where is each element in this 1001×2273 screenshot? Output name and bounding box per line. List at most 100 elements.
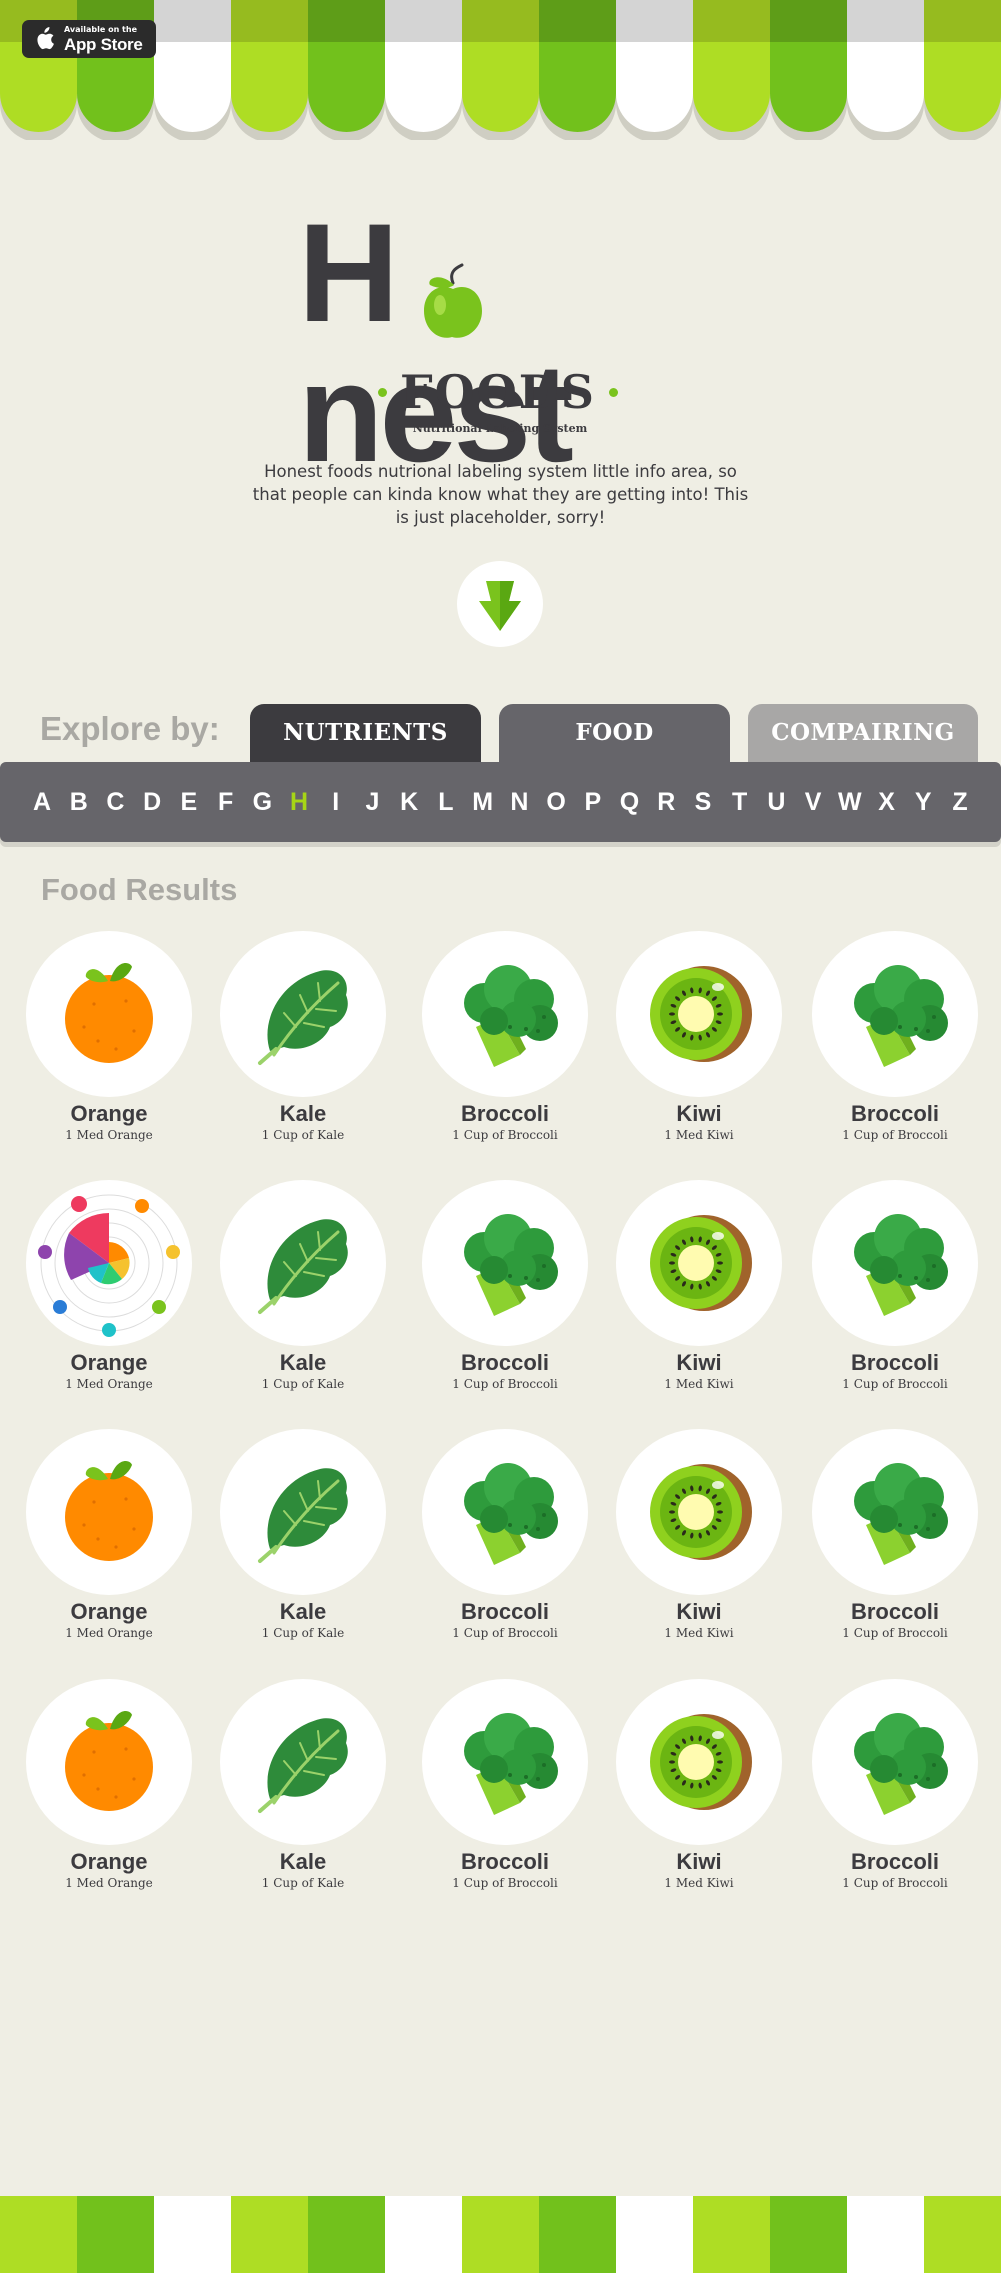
food-name: Broccoli [460,1599,550,1624]
food-card-broccoli[interactable]: Broccoli 1 Cup of Broccoli [810,931,980,1161]
food-serving: 1 Med Kiwi [664,1128,734,1142]
food-row: Orange 1 Med Orange Kale 1 Cup of Kale B… [24,1180,980,1410]
food-card-kiwi[interactable]: Kiwi 1 Med Kiwi [614,1429,784,1659]
app-store-badge[interactable]: Available on the App Store [22,20,156,58]
letter-i[interactable]: I [320,788,352,817]
food-card-kale[interactable]: Kale 1 Cup of Kale [218,1429,388,1659]
awning-scallop [462,42,539,132]
bottom-stripe [385,2196,462,2273]
broccoli-icon [854,1463,948,1565]
apple-icon [37,27,54,50]
awning-stripe [308,0,385,42]
food-card-broccoli[interactable]: Broccoli 1 Cup of Broccoli [420,1429,590,1659]
tab-compairing[interactable]: COMPAIRING [748,704,978,766]
food-card-broccoli[interactable]: Broccoli 1 Cup of Broccoli [420,1180,590,1410]
food-card-kiwi[interactable]: Kiwi 1 Med Kiwi [614,931,784,1161]
food-card-orange[interactable]: Orange 1 Med Orange [24,1429,194,1659]
food-image [812,931,978,1097]
scroll-down-button[interactable] [457,561,543,647]
food-image [616,1429,782,1595]
letter-d[interactable]: D [136,788,168,817]
food-image [812,1679,978,1845]
letter-n[interactable]: N [503,788,535,817]
food-image [26,931,192,1097]
letter-f[interactable]: F [210,788,242,817]
food-name: Broccoli [850,1849,940,1874]
letter-m[interactable]: M [467,788,499,817]
orange-icon [65,1710,153,1811]
bottom-stripe [616,2196,693,2273]
broccoli-icon [464,1463,558,1565]
letter-l[interactable]: L [430,788,462,817]
green-apple-icon [424,263,482,338]
kiwi-icon [650,1215,752,1311]
letter-g[interactable]: G [246,788,278,817]
broccoli-icon [854,965,948,1067]
food-serving: 1 Med Orange [65,1128,153,1142]
awning-scallop [539,42,616,132]
awning-stripe [539,0,616,42]
letter-h[interactable]: H [283,788,315,817]
food-card-broccoli[interactable]: Broccoli 1 Cup of Broccoli [810,1679,980,1909]
food-name: Kiwi [676,1101,722,1126]
kale-icon [258,1468,348,1563]
tab-food[interactable]: FOOD [499,704,730,766]
letter-e[interactable]: E [173,788,205,817]
bottom-stripe [462,2196,539,2273]
food-card-broccoli[interactable]: Broccoli 1 Cup of Broccoli [420,931,590,1161]
letter-c[interactable]: C [99,788,131,817]
letter-s[interactable]: S [687,788,719,817]
food-name: Kiwi [676,1849,722,1874]
food-name: Orange [70,1599,148,1624]
letter-u[interactable]: U [760,788,792,817]
kale-icon [258,1718,348,1813]
letter-a[interactable]: A [26,788,58,817]
letter-p[interactable]: P [577,788,609,817]
awning-scallop [385,42,462,132]
food-row: Orange 1 Med Orange Kale 1 Cup of Kale B… [24,931,980,1161]
letter-r[interactable]: R [650,788,682,817]
awning-stripe [770,0,847,42]
logo-foods: FOODS [400,365,596,419]
letter-q[interactable]: Q [614,788,646,817]
bottom-stripe [77,2196,154,2273]
letter-v[interactable]: V [797,788,829,817]
food-card-broccoli[interactable]: Broccoli 1 Cup of Broccoli [420,1679,590,1909]
letter-o[interactable]: O [540,788,572,817]
orange-icon [65,1460,153,1561]
letter-k[interactable]: K [393,788,425,817]
food-card-kale[interactable]: Kale 1 Cup of Kale [218,1679,388,1909]
tab-nutrients[interactable]: NUTRIENTS [250,704,481,766]
food-name: Broccoli [850,1599,940,1624]
logo-dot-right [609,388,618,397]
bottom-stripe [231,2196,308,2273]
food-card-kale[interactable]: Kale 1 Cup of Kale [218,1180,388,1410]
food-image [422,1679,588,1845]
letter-t[interactable]: T [724,788,756,817]
food-card-kiwi[interactable]: Kiwi 1 Med Kiwi [614,1180,784,1410]
food-name: Broccoli [850,1101,940,1126]
awning-scallop [770,42,847,132]
food-card-broccoli[interactable]: Broccoli 1 Cup of Broccoli [810,1429,980,1659]
food-image [220,1180,386,1346]
food-row: Orange 1 Med Orange Kale 1 Cup of Kale B… [24,1679,980,1909]
letter-z[interactable]: Z [944,788,976,817]
food-image [812,1429,978,1595]
letter-b[interactable]: B [63,788,95,817]
food-card-kiwi[interactable]: Kiwi 1 Med Kiwi [614,1679,784,1909]
awning-stripe [693,0,770,42]
food-serving: 1 Cup of Broccoli [842,1377,948,1391]
food-card-orange[interactable]: Orange 1 Med Orange [24,931,194,1161]
food-name: Kiwi [676,1350,722,1375]
letter-y[interactable]: Y [907,788,939,817]
food-card-broccoli[interactable]: Broccoli 1 Cup of Broccoli [810,1180,980,1410]
letter-j[interactable]: J [356,788,388,817]
letter-x[interactable]: X [871,788,903,817]
honest-foods-logo: Hnest FOODS Nutritional Labeling System [290,203,710,483]
food-image [26,1679,192,1845]
food-card-orange[interactable]: Orange 1 Med Orange [24,1679,194,1909]
food-card-orange[interactable]: Orange 1 Med Orange [24,1180,194,1410]
letter-w[interactable]: W [834,788,866,817]
food-image [220,1679,386,1845]
food-card-kale[interactable]: Kale 1 Cup of Kale [218,931,388,1161]
